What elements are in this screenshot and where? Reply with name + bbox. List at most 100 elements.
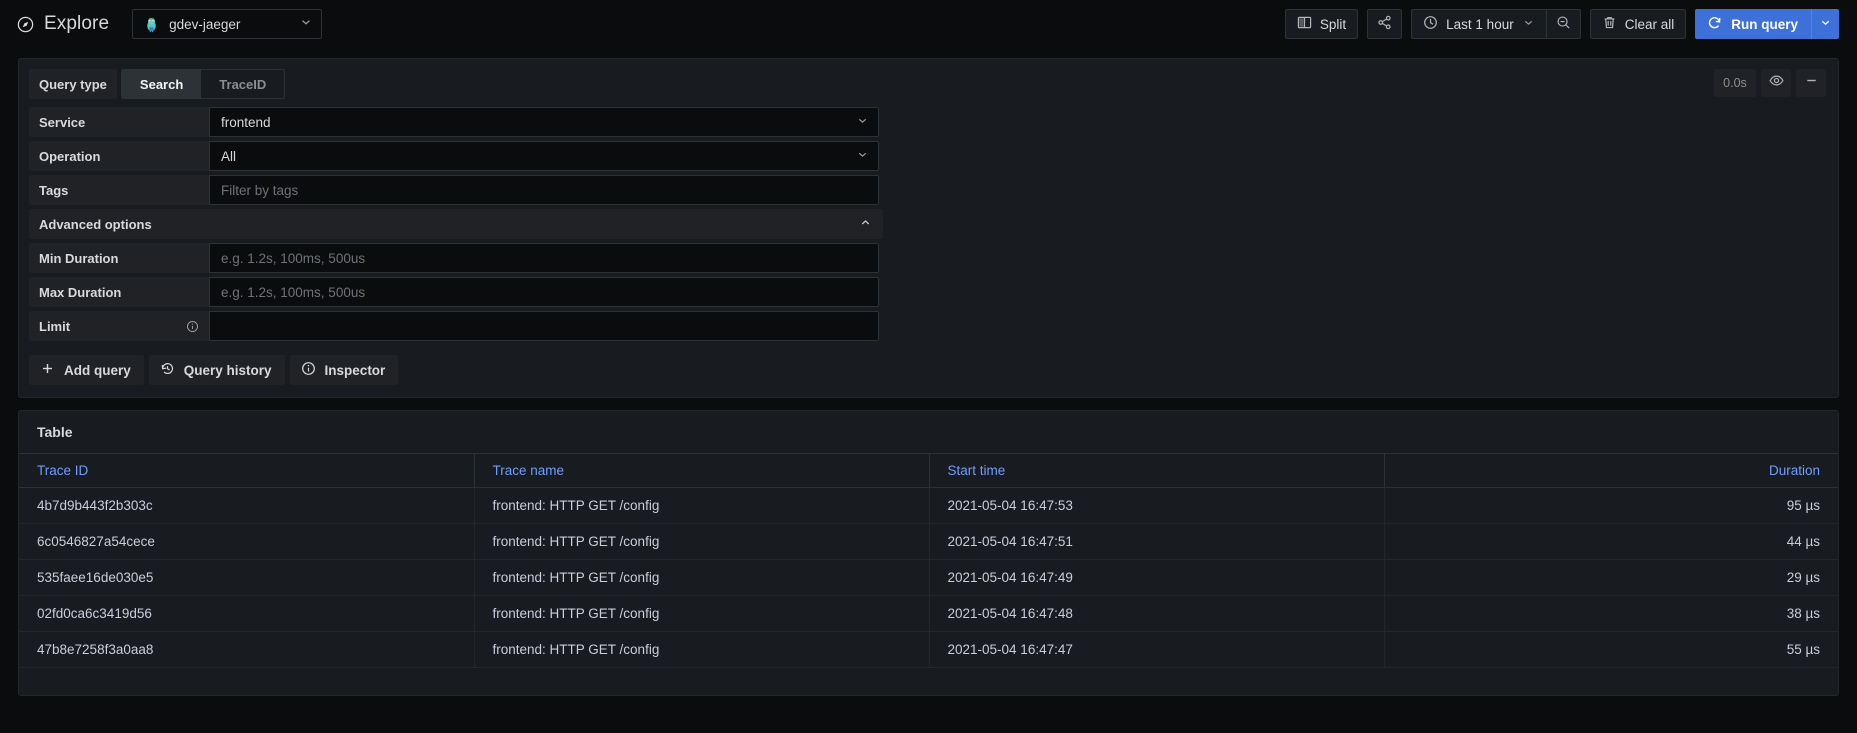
operation-label: Operation (29, 141, 209, 171)
query-type-option-traceid[interactable]: TraceID (201, 70, 284, 98)
limit-label-wrapper: Limit (29, 311, 209, 341)
cell-trace-id[interactable]: 535faee16de030e5 (19, 560, 474, 596)
cell-trace-name: frontend: HTTP GET /config (474, 596, 929, 632)
time-range-label: Last 1 hour (1446, 17, 1514, 32)
table-row[interactable]: 4b7d9b443f2b303c frontend: HTTP GET /con… (19, 488, 1838, 524)
cell-start-time: 2021-05-04 16:47:47 (929, 632, 1384, 668)
service-select[interactable]: frontend (209, 107, 879, 137)
cell-start-time: 2021-05-04 16:47:49 (929, 560, 1384, 596)
results-table-panel: Table Trace ID Trace name Start time Dur… (18, 410, 1839, 696)
chevron-up-icon (859, 216, 872, 232)
add-query-label: Add query (64, 363, 131, 378)
toolbar-actions: Split Last 1 hour (1285, 9, 1839, 39)
cell-duration: 44 µs (1384, 524, 1838, 560)
min-duration-row: Min Duration e.g. 1.2s, 100ms, 500us (29, 243, 1828, 273)
table-header-row: Trace ID Trace name Start time Duration (19, 454, 1838, 488)
query-editor-panel: 0.0s Query type Search TraceID Service f… (18, 58, 1839, 398)
advanced-options-toggle[interactable]: Advanced options (29, 209, 883, 239)
query-type-radio-group: Search TraceID (121, 69, 285, 99)
split-button-label: Split (1320, 17, 1346, 32)
limit-row: Limit (29, 311, 1828, 341)
cell-trace-id[interactable]: 4b7d9b443f2b303c (19, 488, 474, 524)
tags-placeholder: Filter by tags (221, 183, 869, 198)
query-actions-row: Add query Query history Inspector (29, 355, 1828, 385)
clock-icon (1423, 15, 1438, 33)
traces-table: Trace ID Trace name Start time Duration … (19, 453, 1838, 668)
table-row[interactable]: 6c0546827a54cece frontend: HTTP GET /con… (19, 524, 1838, 560)
cell-trace-id[interactable]: 02fd0ca6c3419d56 (19, 596, 474, 632)
max-duration-input[interactable]: e.g. 1.2s, 100ms, 500us (209, 277, 879, 307)
plus-icon (40, 361, 55, 379)
max-duration-label: Max Duration (29, 277, 209, 307)
advanced-options-label: Advanced options (39, 217, 152, 232)
trash-icon (1602, 15, 1617, 33)
operation-row: Operation All (29, 141, 1828, 171)
add-query-button[interactable]: Add query (29, 355, 144, 385)
inspector-button[interactable]: Inspector (290, 355, 399, 385)
chevron-down-icon (1522, 16, 1535, 32)
column-header-duration[interactable]: Duration (1384, 454, 1838, 488)
datasource-name: gdev-jaeger (169, 17, 290, 32)
limit-input[interactable] (209, 311, 879, 341)
cell-duration: 95 µs (1384, 488, 1838, 524)
time-range-group: Last 1 hour (1411, 9, 1581, 39)
query-type-option-search[interactable]: Search (122, 70, 201, 98)
eye-icon (1769, 73, 1784, 93)
service-row: Service frontend (29, 107, 1828, 137)
table-row[interactable]: 535faee16de030e5 frontend: HTTP GET /con… (19, 560, 1838, 596)
share-icon (1377, 15, 1392, 33)
cell-trace-id[interactable]: 47b8e7258f3a0aa8 (19, 632, 474, 668)
cell-duration: 38 µs (1384, 596, 1838, 632)
query-history-button[interactable]: Query history (149, 355, 285, 385)
column-header-start-time[interactable]: Start time (929, 454, 1384, 488)
top-toolbar: Explore gdev-jaeger (0, 0, 1857, 48)
cell-start-time: 2021-05-04 16:47:53 (929, 488, 1384, 524)
column-header-trace-name[interactable]: Trace name (474, 454, 929, 488)
operation-select[interactable]: All (209, 141, 879, 171)
query-type-row: Query type Search TraceID (29, 69, 1828, 99)
cell-trace-id[interactable]: 6c0546827a54cece (19, 524, 474, 560)
min-duration-input[interactable]: e.g. 1.2s, 100ms, 500us (209, 243, 879, 273)
cell-trace-name: frontend: HTTP GET /config (474, 560, 929, 596)
split-button[interactable]: Split (1285, 9, 1358, 39)
remove-query-button[interactable] (1796, 69, 1826, 97)
service-label: Service (29, 107, 209, 137)
cell-start-time: 2021-05-04 16:47:51 (929, 524, 1384, 560)
page-title-text: Explore (44, 13, 109, 35)
table-row[interactable]: 02fd0ca6c3419d56 frontend: HTTP GET /con… (19, 596, 1838, 632)
info-circle-icon[interactable] (186, 320, 199, 333)
query-history-label: Query history (184, 363, 272, 378)
traces-table-body: 4b7d9b443f2b303c frontend: HTTP GET /con… (19, 488, 1838, 668)
page-title: Explore (16, 13, 109, 35)
operation-value: All (221, 149, 856, 164)
zoom-out-icon (1556, 15, 1571, 33)
clear-all-button[interactable]: Clear all (1590, 9, 1687, 39)
run-query-button[interactable]: Run query (1695, 9, 1811, 39)
cell-duration: 55 µs (1384, 632, 1838, 668)
clear-all-label: Clear all (1625, 17, 1675, 32)
min-duration-label: Min Duration (29, 243, 209, 273)
cell-trace-name: frontend: HTTP GET /config (474, 632, 929, 668)
datasource-picker[interactable]: gdev-jaeger (132, 9, 322, 39)
time-range-picker[interactable]: Last 1 hour (1411, 9, 1546, 39)
zoom-out-button[interactable] (1546, 9, 1581, 39)
share-button[interactable] (1367, 9, 1402, 39)
service-value: frontend (221, 115, 856, 130)
traces-table-head: Trace ID Trace name Start time Duration (19, 454, 1838, 488)
toggle-query-visibility-button[interactable] (1761, 69, 1791, 97)
tags-input[interactable]: Filter by tags (209, 175, 879, 205)
table-row[interactable]: 47b8e7258f3a0aa8 frontend: HTTP GET /con… (19, 632, 1838, 668)
run-query-label: Run query (1731, 17, 1798, 32)
column-header-trace-id[interactable]: Trace ID (19, 454, 474, 488)
run-query-options-button[interactable] (1811, 9, 1839, 39)
chevron-down-icon (856, 148, 869, 164)
history-icon (160, 361, 175, 379)
cell-trace-name: frontend: HTTP GET /config (474, 488, 929, 524)
limit-label: Limit (39, 319, 70, 334)
inspector-label: Inspector (325, 363, 386, 378)
refresh-icon (1707, 15, 1722, 33)
cell-start-time: 2021-05-04 16:47:48 (929, 596, 1384, 632)
max-duration-placeholder: e.g. 1.2s, 100ms, 500us (221, 285, 869, 300)
query-type-label: Query type (29, 69, 117, 99)
compass-icon (16, 15, 35, 34)
